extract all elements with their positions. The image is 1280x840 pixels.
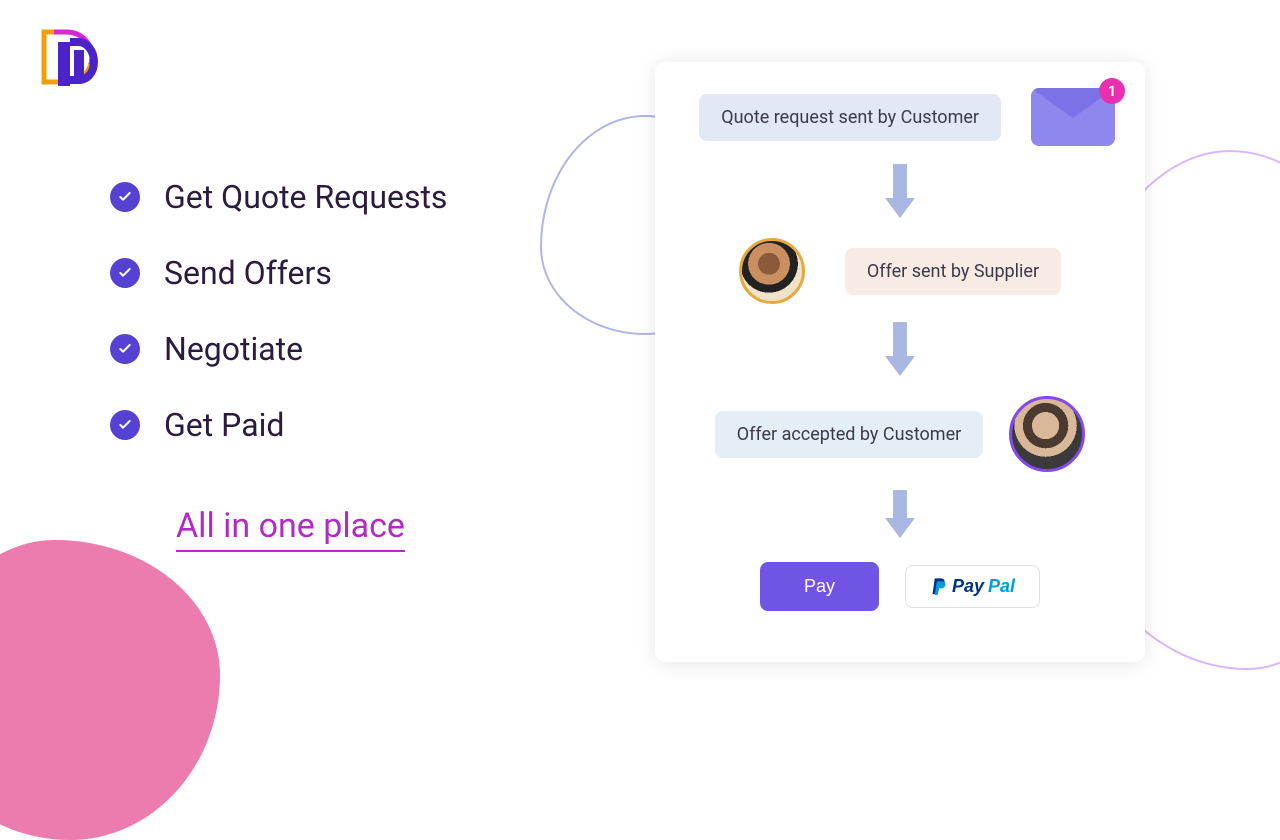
quote-flow-card: Quote request sent by Customer 1 Offer s…	[655, 62, 1145, 662]
feature-label: Send Offers	[164, 254, 332, 292]
check-icon	[110, 410, 140, 440]
brand-logo	[34, 22, 104, 92]
feature-label: Negotiate	[164, 330, 303, 368]
paypal-icon	[930, 577, 948, 597]
blob-pink	[0, 540, 220, 840]
arrow-down-icon	[881, 164, 919, 224]
step-label-quote-request: Quote request sent by Customer	[699, 94, 1001, 141]
paypal-button[interactable]: PayPal	[905, 565, 1040, 608]
feature-row-negotiate: Negotiate	[110, 330, 447, 368]
feature-label: Get Quote Requests	[164, 178, 447, 216]
feature-row-offers: Send Offers	[110, 254, 447, 292]
flow-step-quote-request: Quote request sent by Customer 1	[675, 88, 1125, 146]
feature-label: Get Paid	[164, 406, 284, 444]
avatar-customer	[1009, 396, 1085, 472]
flow-step-offer-sent: Offer sent by Supplier	[675, 238, 1125, 304]
flow-step-offer-accepted: Offer accepted by Customer	[675, 396, 1125, 472]
payment-row: Pay PayPal	[760, 562, 1040, 611]
feature-list: Get Quote Requests Send Offers Negotiate…	[110, 178, 447, 552]
arrow-down-icon	[881, 490, 919, 542]
check-icon	[110, 182, 140, 212]
paypal-text-pay: Pay	[952, 576, 984, 597]
tagline: All in one place	[176, 506, 405, 552]
envelope-icon: 1	[1031, 88, 1115, 146]
check-icon	[110, 334, 140, 364]
paypal-text-pal: Pal	[988, 576, 1015, 597]
arrow-down-icon	[881, 322, 919, 382]
step-label-offer-accepted: Offer accepted by Customer	[715, 411, 983, 458]
avatar-supplier	[739, 238, 805, 304]
feature-row-paid: Get Paid	[110, 406, 447, 444]
check-icon	[110, 258, 140, 288]
feature-row-quotes: Get Quote Requests	[110, 178, 447, 216]
step-label-offer-sent: Offer sent by Supplier	[845, 248, 1061, 295]
notification-badge: 1	[1099, 78, 1125, 104]
pay-button[interactable]: Pay	[760, 562, 879, 611]
